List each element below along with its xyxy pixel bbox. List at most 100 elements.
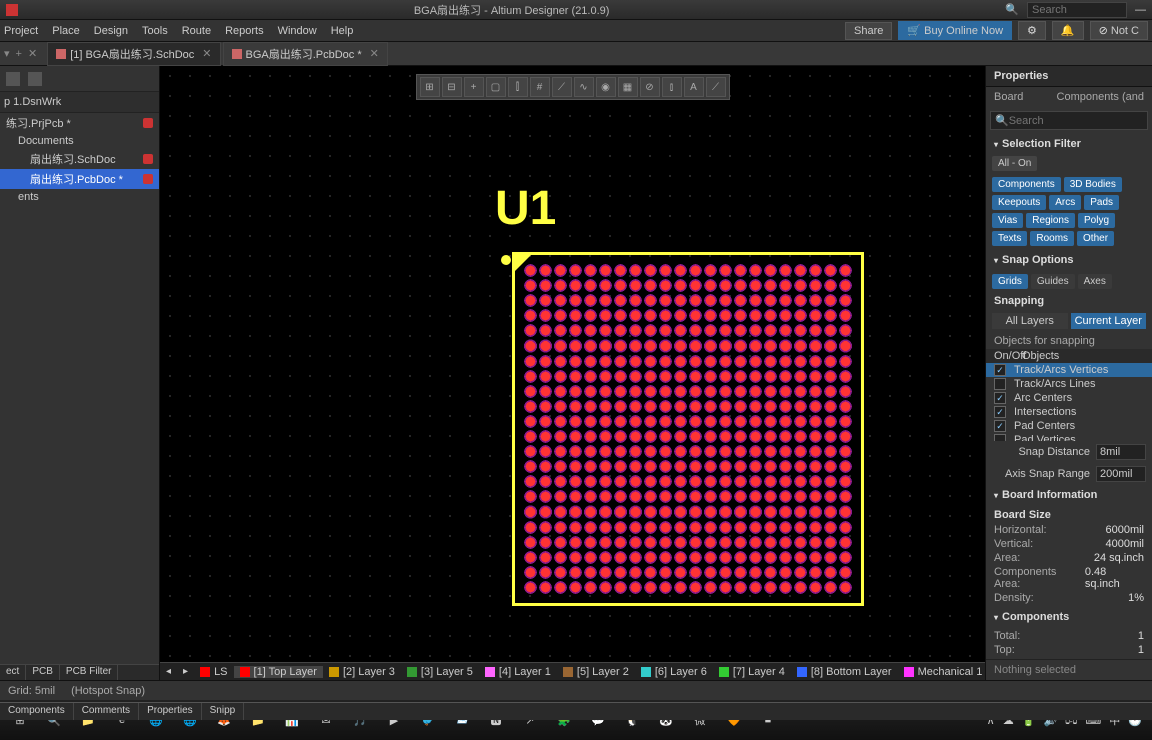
canvas-tool-3[interactable]: ▢ (486, 77, 506, 97)
bga-pad[interactable] (658, 414, 673, 429)
bga-pad[interactable] (583, 520, 598, 535)
bga-pad[interactable] (673, 354, 688, 369)
menu-help[interactable]: Help (331, 25, 354, 37)
bga-pad[interactable] (703, 308, 718, 323)
bga-pad[interactable] (763, 535, 778, 550)
bga-pad[interactable] (838, 293, 853, 308)
bga-pad[interactable] (523, 520, 538, 535)
bga-pad[interactable] (748, 414, 763, 429)
bga-pad[interactable] (658, 565, 673, 580)
bga-pad[interactable] (763, 414, 778, 429)
canvas-tool-0[interactable]: ⊞ (420, 77, 440, 97)
bga-pad[interactable] (523, 338, 538, 353)
bga-pad[interactable] (658, 369, 673, 384)
project-root[interactable]: p 1.DsnWrk (0, 92, 159, 113)
bga-pad[interactable] (598, 459, 613, 474)
bga-pad[interactable] (838, 474, 853, 489)
bga-pad[interactable] (763, 474, 778, 489)
filter-rooms[interactable]: Rooms (1030, 231, 1074, 246)
bga-pad[interactable] (613, 489, 628, 504)
bga-pad[interactable] (688, 504, 703, 519)
canvas-tool-12[interactable]: A (684, 77, 704, 97)
bga-pad[interactable] (763, 565, 778, 580)
bga-pad[interactable] (553, 399, 568, 414)
bga-pad[interactable] (778, 444, 793, 459)
bga-pad[interactable] (733, 504, 748, 519)
bga-pad[interactable] (523, 535, 538, 550)
layer-tab[interactable]: [1] Top Layer (234, 666, 323, 678)
bga-pad[interactable] (568, 263, 583, 278)
bga-pad[interactable] (703, 429, 718, 444)
bga-pad[interactable] (538, 520, 553, 535)
bga-pad[interactable] (748, 263, 763, 278)
bga-pad[interactable] (673, 338, 688, 353)
bga-pad[interactable] (733, 474, 748, 489)
bga-pad[interactable] (778, 338, 793, 353)
bga-pad[interactable] (733, 369, 748, 384)
bga-pad[interactable] (568, 565, 583, 580)
bga-pad[interactable] (733, 263, 748, 278)
bga-pad[interactable] (628, 474, 643, 489)
bga-pad[interactable] (553, 308, 568, 323)
bga-pad[interactable] (613, 459, 628, 474)
bga-pad[interactable] (838, 384, 853, 399)
bga-pad[interactable] (838, 399, 853, 414)
bga-pad[interactable] (778, 308, 793, 323)
selection-filter-header[interactable]: Selection Filter (986, 134, 1152, 154)
share-button[interactable]: Share (845, 22, 892, 40)
bga-pad[interactable] (598, 278, 613, 293)
bga-pad[interactable] (613, 414, 628, 429)
bga-pad[interactable] (598, 384, 613, 399)
bga-pad[interactable] (538, 535, 553, 550)
bga-pad[interactable] (808, 399, 823, 414)
bga-pad[interactable] (643, 504, 658, 519)
bga-pad[interactable] (703, 323, 718, 338)
bga-pad[interactable] (763, 384, 778, 399)
bga-pad[interactable] (628, 459, 643, 474)
canvas-tool-10[interactable]: ⊘ (640, 77, 660, 97)
filter-3d bodies[interactable]: 3D Bodies (1064, 177, 1122, 192)
bga-pad[interactable] (733, 459, 748, 474)
bga-pad[interactable] (658, 263, 673, 278)
refresh-icon[interactable] (6, 72, 20, 86)
bga-pad[interactable] (583, 429, 598, 444)
layer-nav[interactable]: ▸ (177, 666, 194, 677)
bga-pad[interactable] (673, 414, 688, 429)
bga-pad[interactable] (793, 293, 808, 308)
bga-pad[interactable] (628, 414, 643, 429)
bga-pad[interactable] (583, 323, 598, 338)
bga-pad[interactable] (643, 459, 658, 474)
bga-pad[interactable] (718, 278, 733, 293)
bga-pad[interactable] (733, 550, 748, 565)
bga-pad[interactable] (838, 429, 853, 444)
bga-pad[interactable] (673, 384, 688, 399)
bga-pad[interactable] (568, 550, 583, 565)
bga-pad[interactable] (763, 323, 778, 338)
tab-nav-left[interactable]: ▾ (4, 47, 10, 60)
bga-pad[interactable] (613, 444, 628, 459)
bga-pad[interactable] (538, 550, 553, 565)
bga-pad[interactable] (808, 308, 823, 323)
doc-tab[interactable]: [1] BGA扇出练习.SchDoc✕ (47, 42, 220, 66)
bga-pad[interactable] (538, 414, 553, 429)
bga-pad[interactable] (733, 414, 748, 429)
bga-pad[interactable] (733, 323, 748, 338)
close-icon[interactable]: ✕ (202, 47, 211, 60)
filter-regions[interactable]: Regions (1026, 213, 1075, 228)
tab-pin[interactable]: + (16, 48, 22, 60)
bga-pad[interactable] (823, 338, 838, 353)
bga-pad[interactable] (808, 278, 823, 293)
bga-pad[interactable] (643, 550, 658, 565)
bga-pad[interactable] (643, 444, 658, 459)
bga-pad[interactable] (778, 474, 793, 489)
bga-pad[interactable] (763, 550, 778, 565)
bga-pad[interactable] (568, 369, 583, 384)
bga-pad[interactable] (553, 504, 568, 519)
bga-pad[interactable] (763, 399, 778, 414)
bga-pad[interactable] (778, 504, 793, 519)
bga-pad[interactable] (673, 444, 688, 459)
top-search-input[interactable] (1027, 2, 1127, 18)
bga-pad[interactable] (808, 338, 823, 353)
bga-pad[interactable] (613, 504, 628, 519)
bga-pad[interactable] (778, 550, 793, 565)
